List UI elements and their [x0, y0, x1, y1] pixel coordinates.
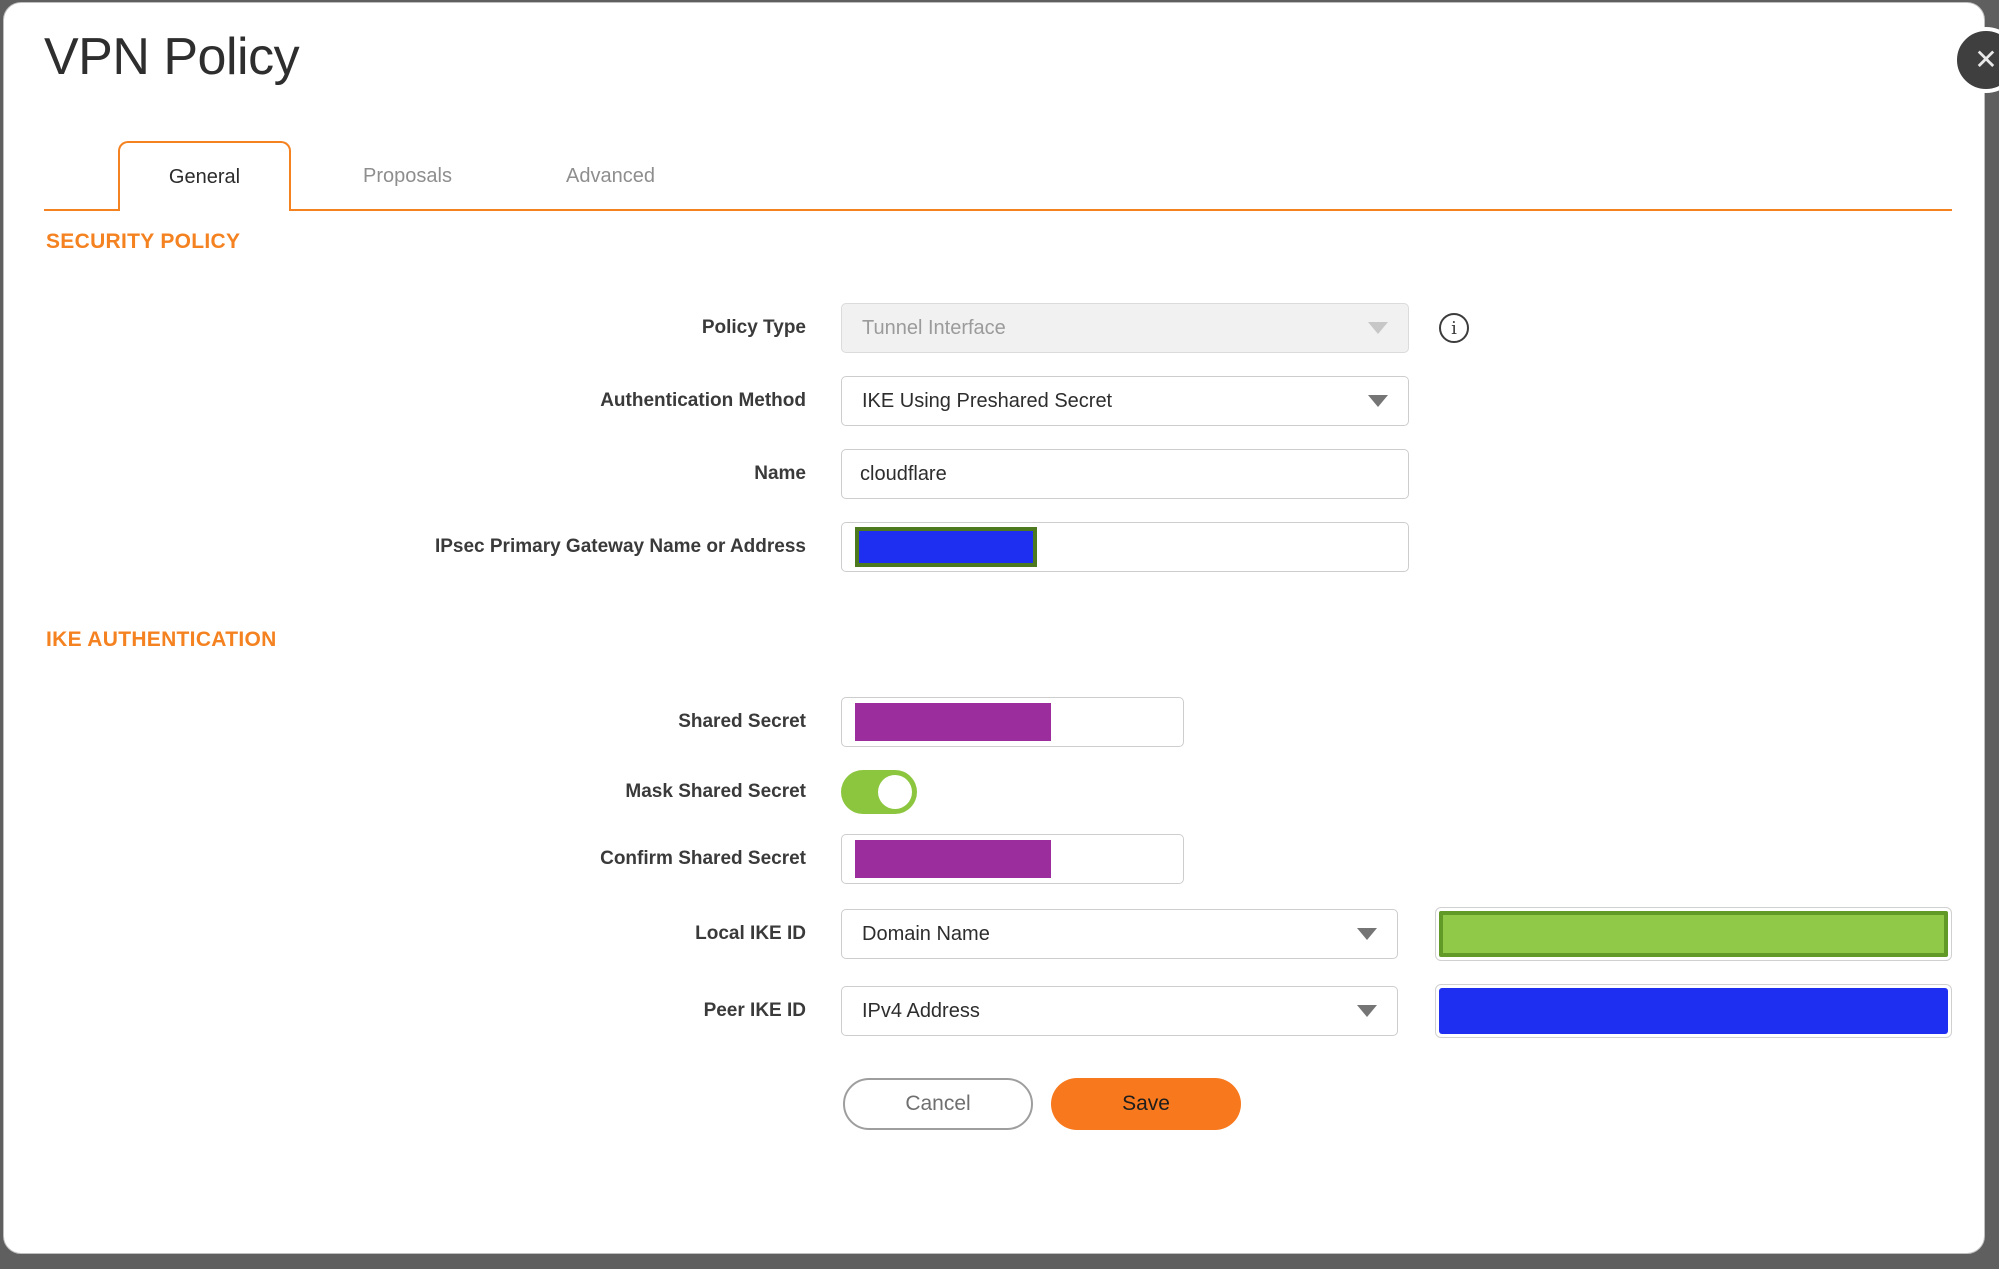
mask-shared-secret-label: Mask Shared Secret: [625, 781, 806, 802]
local-ike-id-type-value: Domain Name: [862, 922, 990, 945]
shared-secret-row: Shared Secret: [44, 697, 1984, 747]
chevron-down-icon: [1357, 1005, 1377, 1017]
local-ike-id-row: Local IKE ID Domain Name: [44, 907, 1984, 961]
confirm-shared-secret-input[interactable]: [841, 834, 1184, 884]
local-ike-id-value-input[interactable]: [1435, 907, 1952, 961]
authentication-method-label: Authentication Method: [600, 390, 806, 411]
name-label: Name: [754, 463, 806, 484]
confirm-shared-secret-row: Confirm Shared Secret: [44, 834, 1984, 884]
policy-type-label: Policy Type: [701, 317, 806, 338]
tab-bar: General Proposals Advanced: [44, 141, 1984, 213]
name-input[interactable]: [841, 449, 1409, 499]
tab-proposals[interactable]: Proposals: [321, 141, 494, 211]
vpn-policy-dialog: VPN Policy General Proposals Advanced SE…: [3, 2, 1985, 1254]
local-ike-id-redaction: [1439, 911, 1948, 957]
peer-ike-id-label: Peer IKE ID: [703, 1000, 806, 1021]
peer-ike-id-redaction: [1439, 988, 1948, 1034]
page-title: VPN Policy: [44, 28, 300, 86]
peer-ike-id-type-value: IPv4 Address: [862, 999, 980, 1022]
confirm-shared-secret-redaction: [855, 840, 1051, 878]
local-ike-id-select[interactable]: Domain Name: [841, 909, 1398, 959]
cancel-button[interactable]: Cancel: [843, 1078, 1033, 1130]
local-ike-id-label: Local IKE ID: [695, 923, 806, 944]
chevron-down-icon: [1368, 395, 1388, 407]
peer-ike-id-row: Peer IKE ID IPv4 Address: [44, 984, 1984, 1038]
toggle-knob: [878, 775, 912, 809]
policy-type-select: Tunnel Interface: [841, 303, 1409, 353]
policy-type-value: Tunnel Interface: [862, 316, 1006, 339]
save-button[interactable]: Save: [1051, 1078, 1241, 1130]
authentication-method-select[interactable]: IKE Using Preshared Secret: [841, 376, 1409, 426]
peer-ike-id-value-input[interactable]: [1435, 984, 1952, 1038]
gateway-label: IPsec Primary Gateway Name or Address: [434, 536, 806, 557]
info-icon[interactable]: i: [1439, 313, 1469, 343]
shared-secret-input[interactable]: [841, 697, 1184, 747]
tab-general[interactable]: General: [118, 141, 291, 213]
gateway-redaction: [855, 527, 1037, 567]
policy-type-row: Policy Type Tunnel Interface i: [44, 303, 1984, 353]
mask-shared-secret-row: Mask Shared Secret: [44, 770, 1984, 814]
chevron-down-icon: [1368, 322, 1388, 334]
shared-secret-label: Shared Secret: [678, 711, 806, 732]
authentication-method-row: Authentication Method IKE Using Preshare…: [44, 376, 1984, 426]
shared-secret-redaction: [855, 703, 1051, 741]
chevron-down-icon: [1357, 928, 1377, 940]
authentication-method-value: IKE Using Preshared Secret: [862, 389, 1113, 412]
dialog-actions: Cancel Save: [843, 1078, 1984, 1130]
confirm-shared-secret-label: Confirm Shared Secret: [600, 848, 806, 869]
gateway-row: IPsec Primary Gateway Name or Address: [44, 522, 1984, 572]
peer-ike-id-select[interactable]: IPv4 Address: [841, 986, 1398, 1036]
section-heading-ike-authentication: IKE AUTHENTICATION: [46, 628, 277, 651]
gateway-input[interactable]: [841, 522, 1409, 572]
tab-advanced[interactable]: Advanced: [524, 141, 697, 211]
mask-shared-secret-toggle[interactable]: [841, 770, 917, 814]
section-heading-security-policy: SECURITY POLICY: [46, 230, 241, 253]
close-icon: ✕: [1974, 44, 1998, 75]
name-row: Name: [44, 449, 1984, 499]
